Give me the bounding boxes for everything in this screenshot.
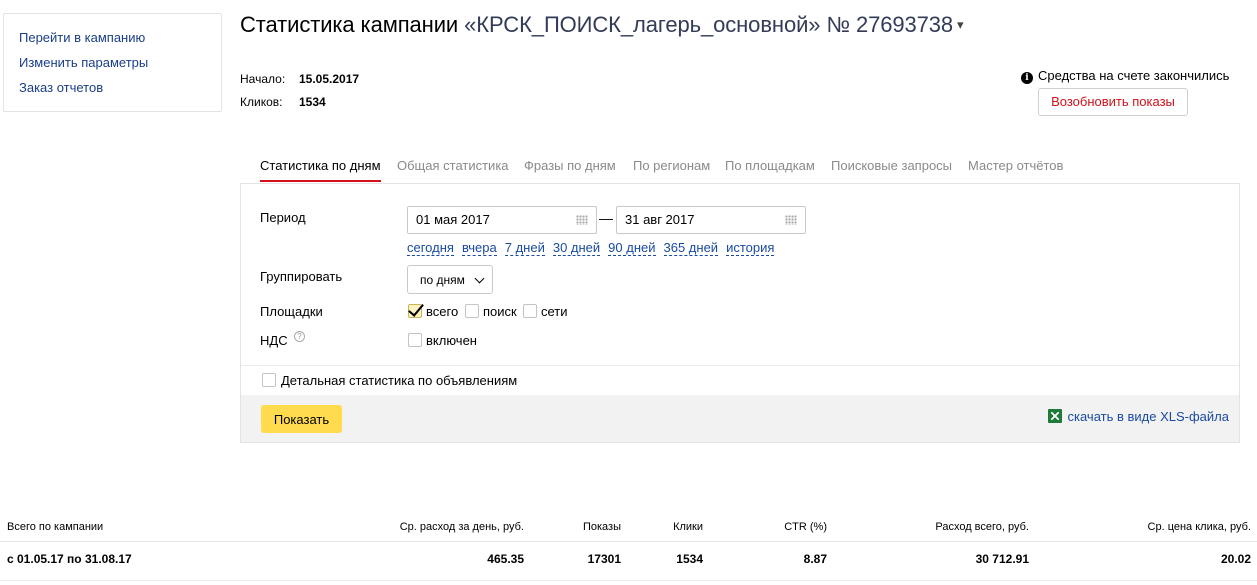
calendar-icon[interactable]: [576, 215, 588, 225]
checkbox-detailed-stats[interactable]: [262, 373, 276, 387]
link-go-to-campaign[interactable]: Перейти в кампанию: [19, 30, 145, 45]
show-button[interactable]: Показать: [261, 405, 342, 433]
places-search-label: поиск: [483, 304, 517, 319]
tab-by-region[interactable]: По регионам: [633, 158, 710, 173]
tab-general-stats[interactable]: Общая статистика: [397, 158, 509, 173]
places-networks-label: сети: [541, 304, 568, 319]
range-90-days[interactable]: 90 дней: [608, 241, 656, 256]
summary-divider: [0, 541, 1257, 542]
vat-label: НДС: [260, 333, 288, 348]
summary-period: с 01.05.17 по 31.08.17: [7, 552, 132, 566]
page-title: Статистика кампании «КРСК_ПОИСК_лагерь_о…: [240, 12, 964, 38]
campaign-number: № 27693738: [826, 12, 954, 37]
group-by-select[interactable]: по дням: [407, 265, 493, 294]
stats-form-panel: Период 01 мая 2017 — 31 авг 2017 сегодня…: [240, 183, 1240, 443]
summary-avg-cpc: 20.02: [1220, 552, 1251, 566]
chevron-down-icon: [474, 273, 485, 284]
summary-header-clicks: Клики: [673, 521, 703, 533]
detailed-stats-label: Детальная статистика по объявлениям: [281, 373, 518, 388]
date-from-value: 01 мая 2017: [416, 212, 490, 227]
excel-icon: [1047, 409, 1062, 423]
tab-daily-stats[interactable]: Статистика по дням: [260, 158, 381, 173]
download-xls-link[interactable]: скачать в виде XLS-файла: [1047, 409, 1230, 424]
summary-ctr: 8.87: [803, 552, 827, 566]
clicks-value: 1534: [299, 95, 326, 109]
group-label: Группировать: [260, 269, 343, 284]
tab-phrases-by-day[interactable]: Фразы по дням: [524, 158, 616, 173]
link-edit-parameters[interactable]: Изменить параметры: [19, 55, 148, 70]
checkbox-places-networks[interactable]: [523, 304, 537, 318]
summary-header-total-spend: Расход всего, руб.: [935, 521, 1029, 533]
group-by-value: по дням: [420, 272, 465, 287]
period-label: Период: [260, 210, 306, 225]
range-7-days[interactable]: 7 дней: [504, 241, 545, 256]
start-label: Начало:: [240, 72, 286, 86]
checkbox-places-search[interactable]: [465, 304, 479, 318]
panel-footer: Показать скачать в виде XLS-файла: [241, 395, 1239, 442]
places-all-label: всего: [426, 304, 459, 319]
tab-report-wizard[interactable]: Мастер отчётов: [968, 158, 1063, 173]
date-from-input[interactable]: 01 мая 2017: [407, 206, 597, 234]
checkbox-places-all[interactable]: [408, 304, 422, 318]
checkbox-vat-included[interactable]: [408, 333, 422, 347]
campaign-name: «КРСК_ПОИСК_лагерь_основной»: [464, 12, 821, 37]
date-to-input[interactable]: 31 авг 2017: [616, 206, 806, 234]
resume-ads-button[interactable]: Возобновить показы: [1038, 88, 1188, 116]
summary-total-spend: 30 712.91: [975, 552, 1029, 566]
title-prefix: Статистика кампании: [240, 12, 459, 37]
summary-avg-daily: 465.35: [487, 552, 524, 566]
clicks-label: Кликов:: [240, 95, 283, 109]
vat-included-label: включен: [426, 333, 477, 348]
panel-divider: [241, 365, 1239, 366]
summary-header-avg-daily: Ср. расход за день, руб.: [399, 521, 524, 533]
date-range-dash: —: [599, 210, 613, 226]
range-today[interactable]: сегодня: [407, 241, 454, 256]
range-30-days[interactable]: 30 дней: [552, 241, 601, 256]
start-value: 15.05.2017: [299, 72, 360, 86]
summary-header-avg-cpc: Ср. цена клика, руб.: [1147, 521, 1251, 533]
summary-clicks: 1534: [676, 552, 703, 566]
calendar-icon[interactable]: [785, 215, 797, 225]
info-icon: i: [1021, 72, 1033, 84]
quick-ranges: сегодня вчера 7 дней 30 дней 90 дней 365 дней…: [407, 240, 782, 256]
download-xls-label: скачать в виде XLS-файла: [1067, 409, 1230, 424]
summary-bottom-line: [0, 580, 1257, 581]
sidebar-card: Перейти в кампанию Изменить параметры За…: [3, 13, 222, 112]
tab-by-platform[interactable]: По площадкам: [725, 158, 815, 173]
tab-search-queries[interactable]: Поисковые запросы: [831, 158, 952, 173]
campaign-dropdown-icon[interactable]: ▾: [957, 17, 964, 32]
range-365-days[interactable]: 365 дней: [663, 241, 719, 256]
places-label: Площадки: [260, 304, 323, 319]
summary-header-ctr: CTR (%): [784, 521, 827, 533]
balance-notice: i Средства на счете закончились: [1021, 68, 1229, 84]
help-icon[interactable]: ?: [294, 331, 305, 342]
link-order-reports[interactable]: Заказ отчетов: [19, 80, 103, 95]
date-to-value: 31 авг 2017: [625, 212, 695, 227]
range-history[interactable]: история: [726, 241, 775, 256]
summary-header-total: Всего по кампании: [7, 521, 104, 533]
range-yesterday[interactable]: вчера: [461, 241, 497, 256]
notice-text: Средства на счете закончились: [1038, 68, 1230, 83]
active-tab-underline: [260, 180, 381, 182]
